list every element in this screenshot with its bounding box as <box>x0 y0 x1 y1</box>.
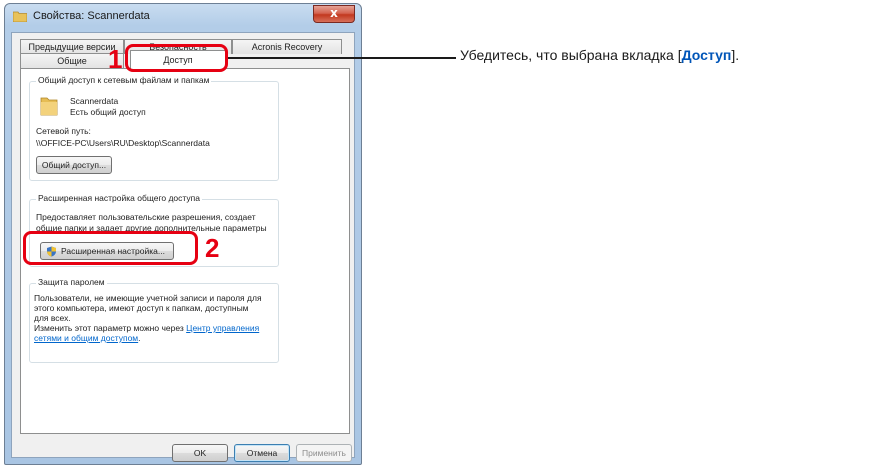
step-1-marker: 1 <box>108 44 123 74</box>
group-title: Защита паролем <box>36 277 107 287</box>
network-sharing-group: Общий доступ к сетевым файлам и папкам S… <box>29 75 279 181</box>
close-icon: x <box>330 6 338 20</box>
network-path-value: \\OFFICE-PC\Users\RU\Desktop\Scannerdata <box>36 138 210 148</box>
share-button[interactable]: Общий доступ... <box>36 156 112 174</box>
window-title: Свойства: Scannerdata <box>33 10 150 22</box>
password-text-line2: этого компьютера, имеют доступ к папкам,… <box>34 303 249 313</box>
advanced-description-line1: Предоставляет пользовательские разрешени… <box>36 212 256 222</box>
advanced-button-highlight <box>23 231 198 265</box>
instruction-text: Убедитесь, что выбрана вкладка [Доступ]. <box>460 47 740 63</box>
folder-status: Есть общий доступ <box>70 107 146 117</box>
sharing-tab-highlight <box>125 44 228 72</box>
cancel-button[interactable]: Отмена <box>234 444 290 462</box>
password-text-line5: сетями и общим доступом. <box>34 333 141 343</box>
folder-name: Scannerdata <box>70 96 119 106</box>
network-center-link[interactable]: Центр управления <box>186 323 259 333</box>
shared-folder-icon <box>40 97 58 116</box>
network-path-label: Сетевой путь: <box>36 126 91 136</box>
apply-button[interactable]: Применить <box>296 444 352 462</box>
ok-button[interactable]: OK <box>172 444 228 462</box>
close-button[interactable]: x <box>313 5 355 23</box>
password-text-line4: Изменить этот параметр можно через Центр… <box>34 323 260 333</box>
group-title: Расширенная настройка общего доступа <box>36 193 202 203</box>
password-text-line1: Пользователи, не имеющие учетной записи … <box>34 293 262 303</box>
network-center-link-continued[interactable]: сетями и общим доступом <box>34 333 138 343</box>
password-text-line3: для всех. <box>34 313 71 323</box>
title-bar[interactable]: Свойства: Scannerdata x <box>5 4 361 30</box>
instruction-tab-name: Доступ <box>681 47 732 63</box>
group-title: Общий доступ к сетевым файлам и папкам <box>36 75 212 85</box>
folder-icon <box>13 11 27 22</box>
tab-acronis-recovery[interactable]: Acronis Recovery <box>232 39 342 54</box>
step-2-marker: 2 <box>205 233 220 263</box>
callout-leader-line <box>228 57 456 59</box>
password-protection-group: Защита паролем Пользователи, не имеющие … <box>29 277 279 363</box>
